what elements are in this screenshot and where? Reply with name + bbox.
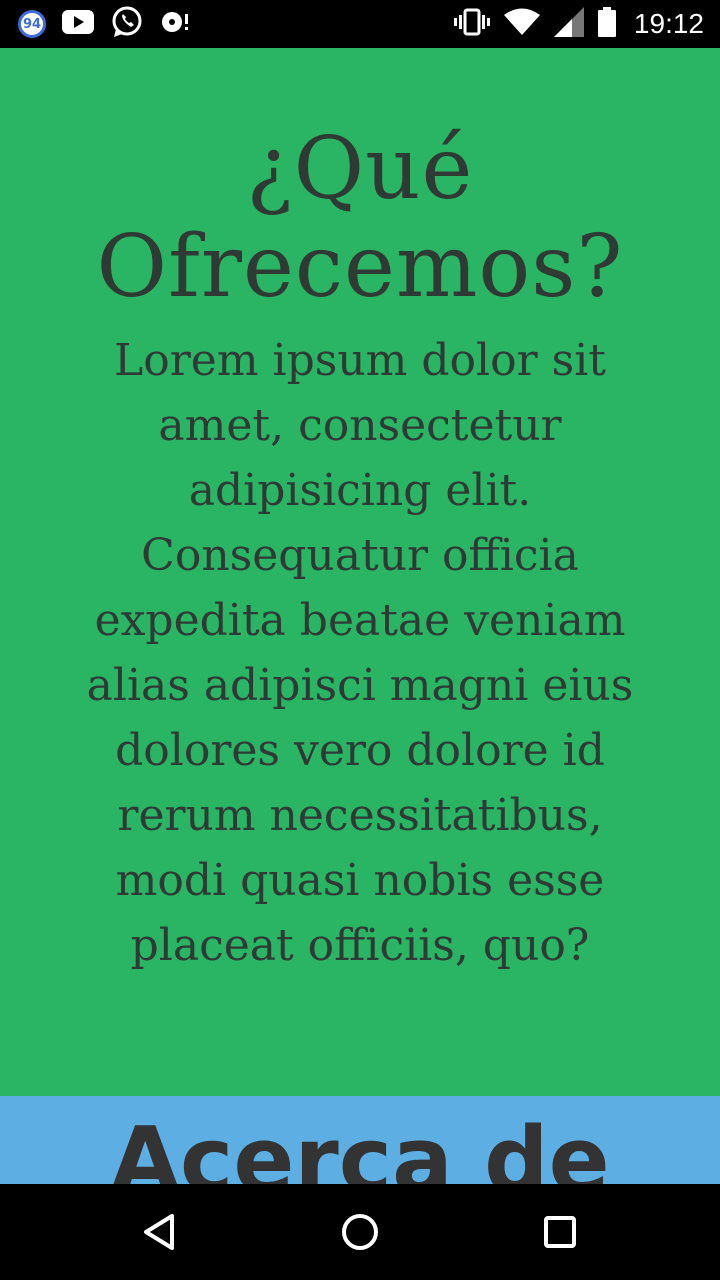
about-section-title: Acerca de [110, 1108, 610, 1184]
home-icon [342, 1214, 378, 1250]
about-section: Acerca de [0, 1096, 720, 1184]
status-bar: 94 19:12 [0, 0, 720, 48]
notification-badge-icon: 94 [18, 10, 46, 38]
status-time: 19:12 [633, 8, 704, 39]
offer-section: ¿Qué Ofrecemos? Lorem ipsum dolor sit am… [0, 48, 720, 1096]
back-icon [144, 1214, 174, 1250]
youtube-icon [62, 10, 94, 38]
home-button[interactable] [336, 1208, 384, 1256]
navigation-bar [0, 1184, 720, 1280]
battery-icon [597, 7, 616, 41]
whatsapp-icon [110, 5, 144, 43]
media-icon [160, 9, 190, 39]
section-title: ¿Qué Ofrecemos? [96, 119, 624, 317]
vibrate-icon [453, 8, 490, 40]
recents-icon [544, 1216, 576, 1248]
signal-icon [553, 7, 584, 41]
section-body-text: Lorem ipsum dolor sit amet, consectetur … [86, 335, 634, 971]
back-button[interactable] [136, 1208, 184, 1256]
recents-button[interactable] [536, 1208, 584, 1256]
wifi-icon [503, 8, 540, 40]
